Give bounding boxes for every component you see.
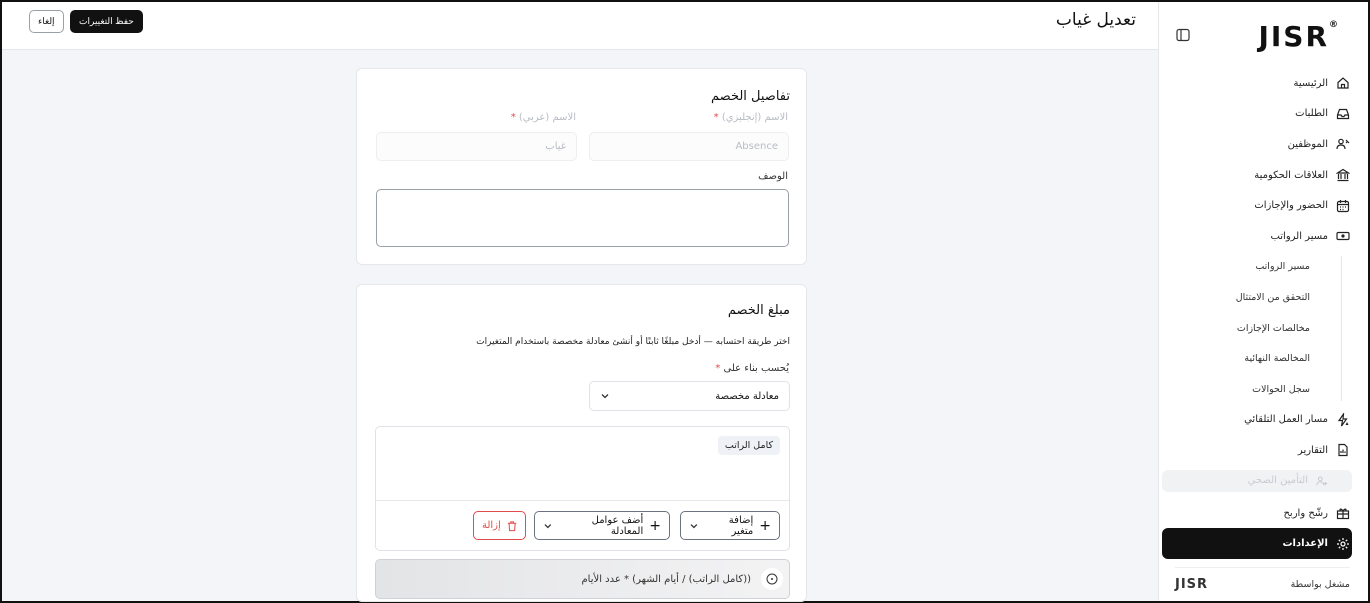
details-card-title: تفاصيل الخصم (711, 89, 790, 104)
add-variable-button[interactable]: + إضافة متغير (680, 511, 780, 540)
cancel-button[interactable]: إلغاء (29, 10, 64, 33)
sidebar-item-reports[interactable]: التقارير (1176, 435, 1350, 466)
sidebar-item-label: الإعدادات (1282, 538, 1328, 550)
calc-basis-label: يُحسب بناء على * (715, 363, 789, 374)
insurance-icon (1316, 476, 1328, 486)
submenu-item-compliance[interactable]: التحقق من الامتثال (1176, 282, 1350, 313)
chevron-down-icon (544, 523, 552, 528)
formula-token[interactable]: كامل الراتب (717, 436, 780, 455)
sidebar-item-payroll[interactable]: مسير الرواتب (1176, 221, 1350, 252)
sidebar-item-gov-relations[interactable]: العلاقات الحكومية (1176, 160, 1350, 191)
calculation-hint: اختر طريقة احتسابه — أدخل مبلغًا ثابتًا … (476, 337, 790, 347)
top-header: تعديل غياب حفظ التغييرات إلغاء (2, 2, 1158, 50)
sidebar-collapse-icon[interactable] (1176, 28, 1190, 42)
remove-button[interactable]: إزالة (473, 511, 526, 540)
add-variable-label: إضافة متغير (728, 514, 754, 537)
automation-icon (1337, 412, 1349, 427)
sidebar-item-label: مسار العمل التلقائي (1244, 414, 1328, 426)
name-ar-label: الاسم (عربي) * (510, 112, 576, 123)
formula-toolbar: + إضافة متغير + أضف عوامل المعادلة إزالة (376, 500, 789, 550)
deduction-details-card: تفاصيل الخصم الاسم (إنجليزي) * الاسم (عر… (356, 68, 807, 265)
users-icon (1336, 139, 1350, 150)
gift-icon (1336, 508, 1350, 520)
page-title: تعديل غياب (1055, 10, 1136, 30)
bank-icon (1336, 168, 1350, 182)
sidebar-item-label: الحضور والإجازات (1254, 200, 1328, 212)
money-icon (1336, 232, 1350, 241)
name-ar-input[interactable]: غياب (376, 132, 577, 161)
report-icon (1338, 444, 1348, 457)
name-en-input[interactable]: Absence (589, 132, 789, 161)
add-operators-label: أضف عوامل المعادلة (591, 514, 644, 537)
sidebar: JISR® الرئيسية الطلبات الموظفين العلاقات… (1158, 2, 1368, 601)
save-changes-button[interactable]: حفظ التغييرات (70, 10, 143, 33)
plus-icon: + (759, 517, 771, 534)
payroll-submenu: مسير الرواتب التحقق من الامتثال مخالصات … (1176, 252, 1350, 405)
sidebar-item-attendance[interactable]: الحضور والإجازات (1176, 190, 1350, 221)
info-icon (761, 568, 783, 590)
add-operators-button[interactable]: + أضف عوامل المعادلة (534, 511, 670, 540)
jisr-logo: JISR® (1258, 20, 1340, 53)
sidebar-item-home[interactable]: الرئيسية (1176, 68, 1350, 99)
formula-editor[interactable]: كامل الراتب + إضافة متغير + أضف عوامل ال… (375, 426, 790, 551)
inbox-icon (1336, 108, 1350, 119)
sidebar-item-label: التأمين الصحي (1247, 475, 1308, 487)
home-icon (1337, 77, 1349, 89)
sidebar-item-requests[interactable]: الطلبات (1176, 99, 1350, 130)
sidebar-item-health-insurance: التأمين الصحي (1162, 469, 1352, 492)
submenu-item-leave-settlements[interactable]: مخالصات الإجازات (1176, 313, 1350, 344)
calc-basis-value: معادلة مخصصة (715, 390, 779, 402)
name-en-label: الاسم (إنجليزي) * (713, 112, 788, 123)
sidebar-item-label: التقارير (1297, 444, 1328, 456)
sidebar-item-label: رشّح واربح (1283, 507, 1328, 519)
remove-label: إزالة (482, 520, 501, 531)
formula-preview-text: ((كامل الراتب) / أيام الشهر) * عدد الأيا… (581, 573, 751, 585)
sidebar-item-employees[interactable]: الموظفين (1176, 129, 1350, 160)
gear-icon (1337, 537, 1349, 550)
sidebar-item-label: الطلبات (1295, 108, 1328, 120)
amount-card-title: مبلغ الخصم (727, 303, 790, 318)
submenu-item-transfers-log[interactable]: سجل الحوالات (1176, 374, 1350, 405)
submenu-item-final-settlement[interactable]: المخالصة النهائية (1176, 343, 1350, 374)
chevron-down-icon (601, 394, 609, 399)
sidebar-item-label: الرئيسية (1293, 77, 1328, 89)
plus-icon: + (649, 517, 661, 534)
powered-by-label: مشغل بواسطة (1290, 579, 1350, 590)
sidebar-item-settings[interactable]: الإعدادات (1162, 528, 1352, 560)
deduction-amount-card: مبلغ الخصم اختر طريقة احتسابه — أدخل مبل… (356, 284, 807, 602)
trash-icon (507, 520, 517, 531)
sidebar-item-label: مسير الرواتب (1270, 230, 1328, 242)
description-label: الوصف (758, 171, 788, 182)
sidebar-item-label: الموظفين (1287, 138, 1328, 150)
description-textarea[interactable] (376, 189, 789, 247)
sidebar-footer: مشغل بواسطة JISR (1175, 567, 1350, 597)
sidebar-item-automation[interactable]: مسار العمل التلقائي (1176, 405, 1350, 436)
chevron-down-icon (690, 523, 698, 528)
sidebar-nav: الرئيسية الطلبات الموظفين العلاقات الحكو… (1162, 68, 1352, 560)
jisr-footer-logo: JISR (1175, 577, 1209, 592)
calendar-icon (1336, 199, 1350, 212)
calc-basis-select[interactable]: معادلة مخصصة (589, 381, 790, 411)
submenu-item-payroll[interactable]: مسير الرواتب (1176, 252, 1350, 283)
formula-preview: ((كامل الراتب) / أيام الشهر) * عدد الأيا… (375, 559, 790, 599)
sidebar-item-label: العلاقات الحكومية (1254, 169, 1328, 181)
sidebar-item-refer-earn[interactable]: رشّح واربح (1176, 498, 1350, 529)
